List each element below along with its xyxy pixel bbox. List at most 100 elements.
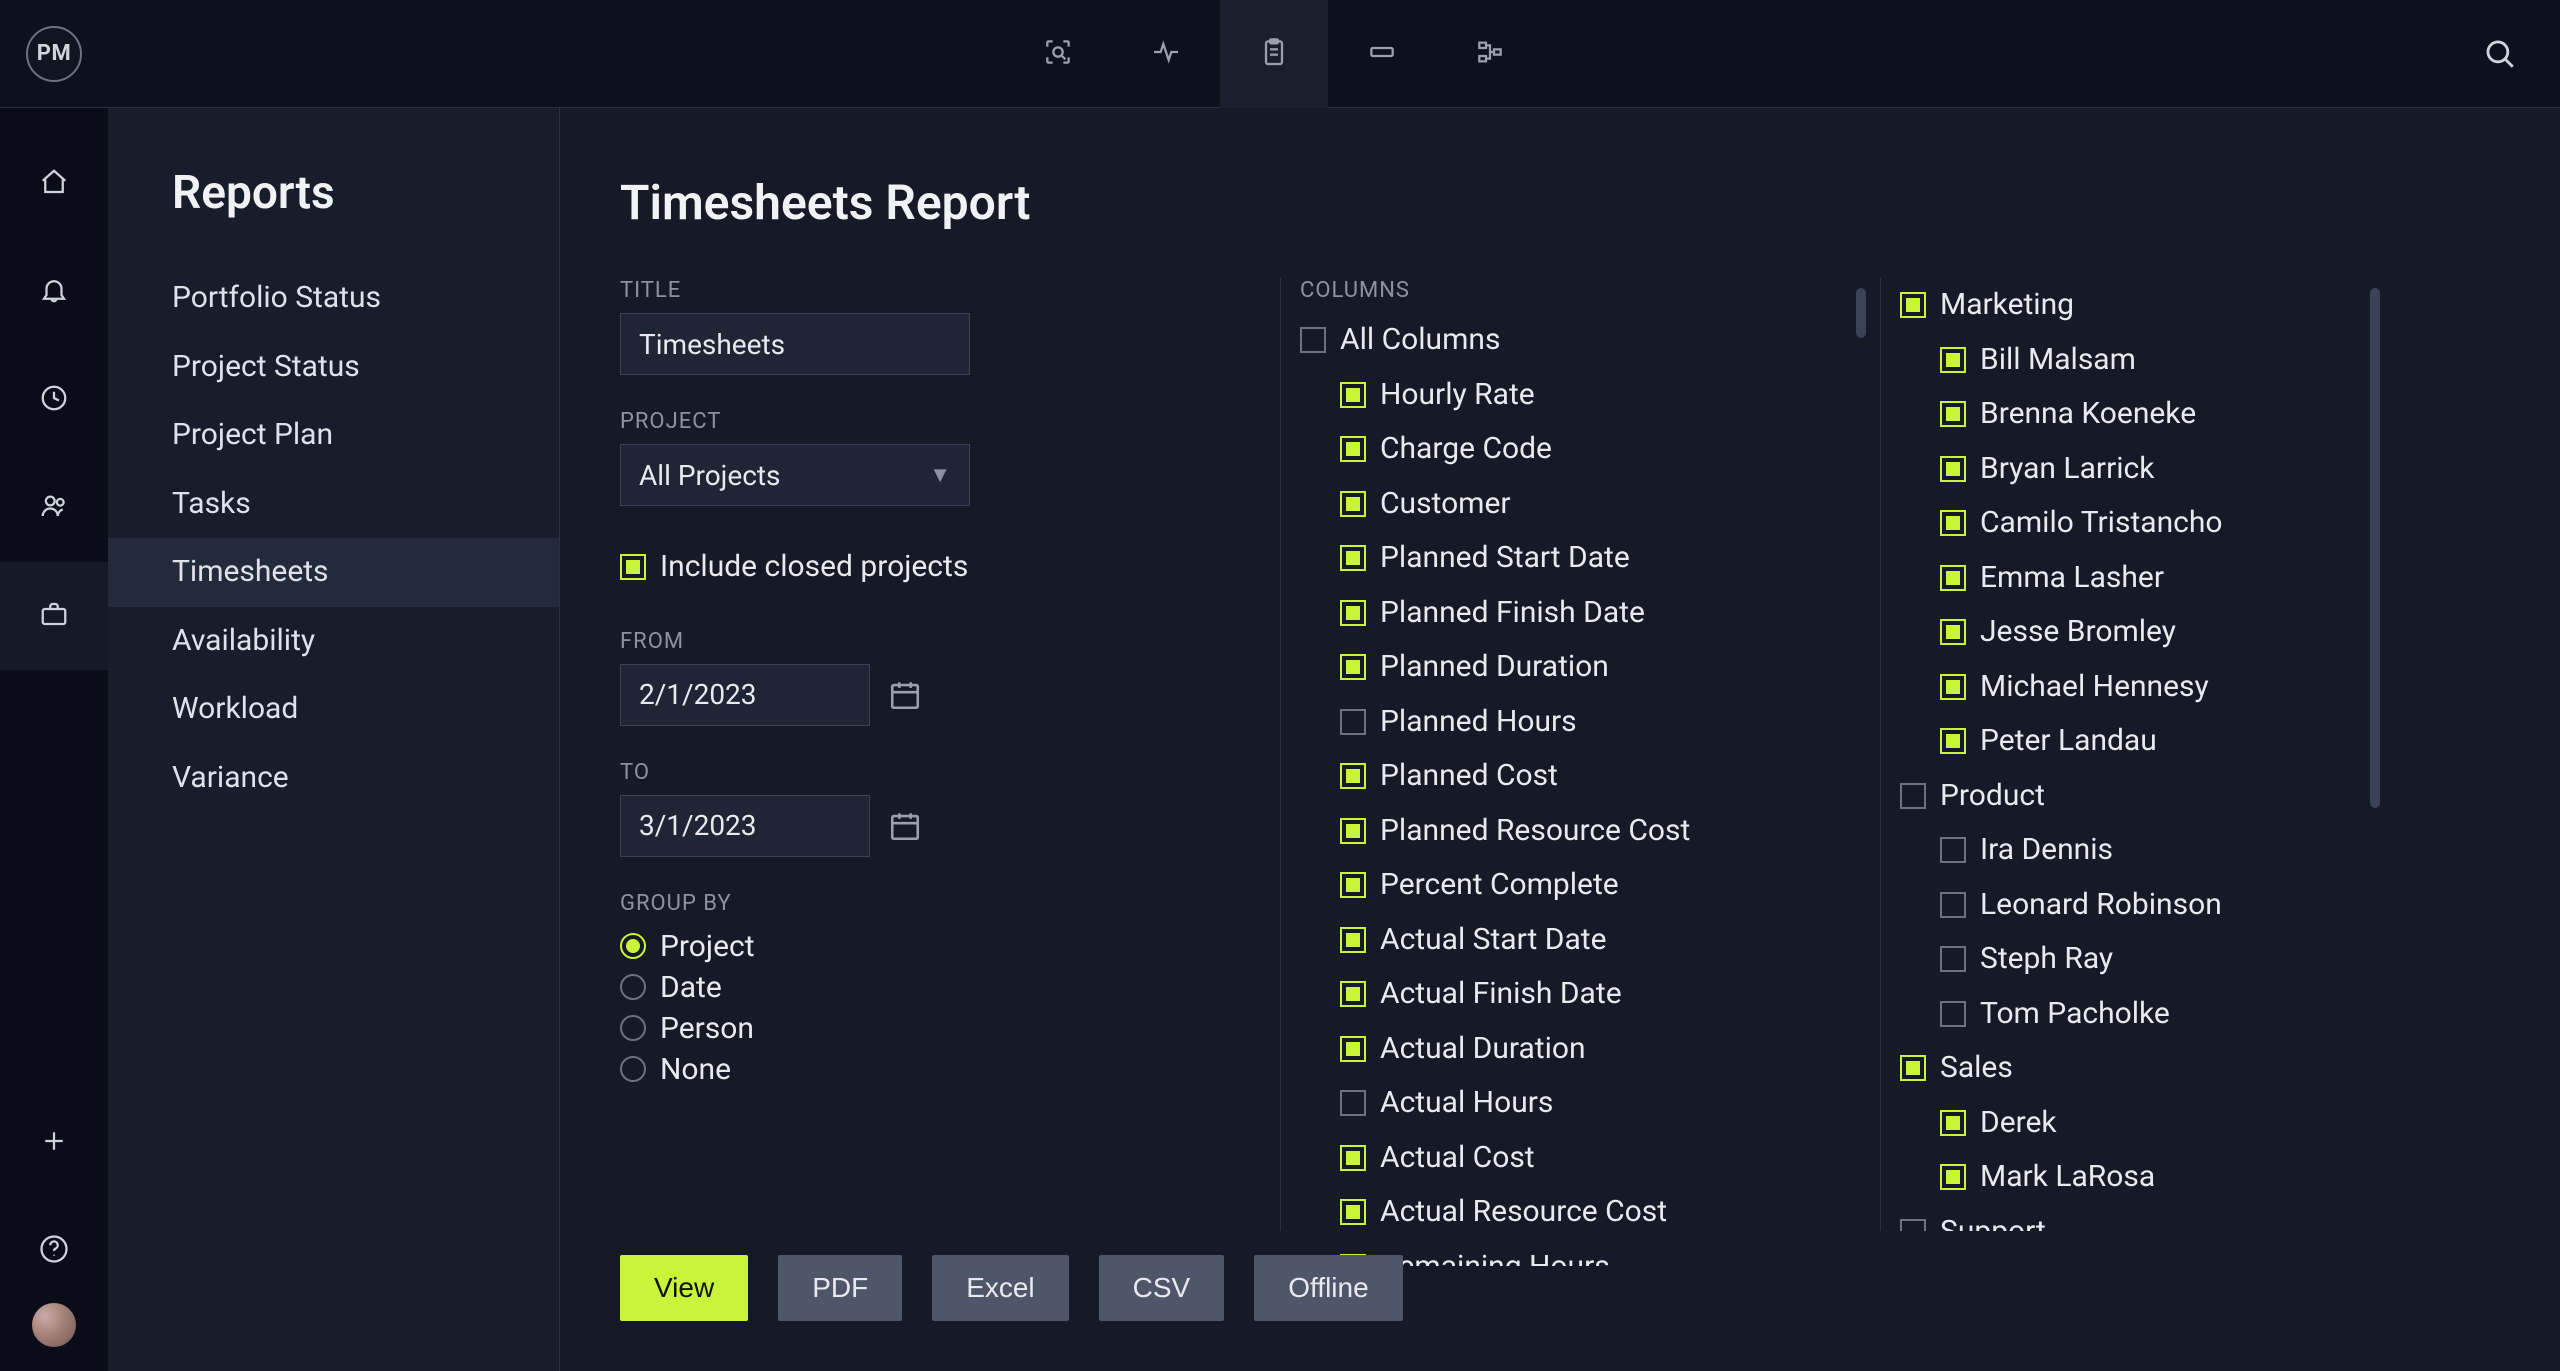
column-planned-start-date-checkbox[interactable]: Planned Start Date	[1300, 531, 1860, 586]
column-planned-duration-checkbox[interactable]: Planned Duration	[1300, 640, 1860, 695]
rail-people-button[interactable]	[0, 454, 108, 562]
checkbox-icon	[1940, 619, 1966, 645]
column-planned-hours-checkbox[interactable]: Planned Hours	[1300, 695, 1860, 750]
sidebar-item-workload[interactable]: Workload	[108, 675, 559, 744]
to-date-input[interactable]: 3/1/2023	[620, 795, 870, 857]
from-date-input[interactable]: 2/1/2023	[620, 664, 870, 726]
group-sales-checkbox[interactable]: Sales	[1900, 1041, 2360, 1096]
topbar-sitemap-button[interactable]	[1436, 0, 1544, 108]
person-jesse-bromley-checkbox[interactable]: Jesse Bromley	[1900, 605, 2360, 660]
columns-column: COLUMNS All ColumnsHourly RateCharge Cod…	[1300, 278, 1860, 1231]
home-icon	[39, 167, 69, 201]
people-scrollbar[interactable]	[2370, 288, 2380, 808]
column-actual-start-date-checkbox[interactable]: Actual Start Date	[1300, 913, 1860, 968]
help-button[interactable]	[0, 1195, 108, 1303]
csv-button[interactable]: CSV	[1099, 1255, 1225, 1321]
column-actual-hours-checkbox[interactable]: Actual Hours	[1300, 1076, 1860, 1131]
rail-clock-button[interactable]	[0, 346, 108, 454]
rail-home-button[interactable]	[0, 130, 108, 238]
group-marketing-checkbox[interactable]: Marketing	[1900, 278, 2360, 333]
person-leonard-robinson-checkbox[interactable]: Leonard Robinson	[1900, 878, 2360, 933]
topbar-center	[108, 0, 2440, 108]
checkbox-icon	[1940, 946, 1966, 972]
sidebar-item-project-status[interactable]: Project Status	[108, 333, 559, 402]
checkbox-label: Jesse Bromley	[1980, 609, 2176, 656]
column-percent-complete-checkbox[interactable]: Percent Complete	[1300, 858, 1860, 913]
report-body: TITLE Timesheets PROJECT All Projects ▼ …	[620, 278, 2500, 1231]
person-tom-pacholke-checkbox[interactable]: Tom Pacholke	[1900, 987, 2360, 1042]
sidebar-item-availability[interactable]: Availability	[108, 607, 559, 676]
column-planned-cost-checkbox[interactable]: Planned Cost	[1300, 749, 1860, 804]
checkbox-icon	[1940, 347, 1966, 373]
export-actions: View PDF Excel CSV Offline	[620, 1255, 1403, 1321]
sidebar-item-portfolio-status[interactable]: Portfolio Status	[108, 264, 559, 333]
person-peter-landau-checkbox[interactable]: Peter Landau	[1900, 714, 2360, 769]
column-charge-code-checkbox[interactable]: Charge Code	[1300, 422, 1860, 477]
radio-label: Date	[660, 970, 722, 1005]
sidebar-item-timesheets[interactable]: Timesheets	[108, 538, 559, 607]
person-michael-hennesy-checkbox[interactable]: Michael Hennesy	[1900, 660, 2360, 715]
person-camilo-tristancho-checkbox[interactable]: Camilo Tristancho	[1900, 496, 2360, 551]
excel-button[interactable]: Excel	[932, 1255, 1068, 1321]
view-button[interactable]: View	[620, 1255, 748, 1321]
topbar-pulse-button[interactable]	[1112, 0, 1220, 108]
rail-briefcase-button[interactable]	[0, 562, 108, 670]
include-closed-checkbox[interactable]: Include closed projects	[620, 540, 1260, 595]
user-avatar[interactable]	[32, 1303, 76, 1347]
label-project: PROJECT	[620, 409, 1260, 434]
checkbox-label: Hourly Rate	[1380, 372, 1535, 419]
column-planned-finish-date-checkbox[interactable]: Planned Finish Date	[1300, 586, 1860, 641]
sidebar-item-project-plan[interactable]: Project Plan	[108, 401, 559, 470]
title-input-value: Timesheets	[639, 328, 785, 361]
person-ira-dennis-checkbox[interactable]: Ira Dennis	[1900, 823, 2360, 878]
column-hourly-rate-checkbox[interactable]: Hourly Rate	[1300, 368, 1860, 423]
topbar-scan-button[interactable]	[1004, 0, 1112, 108]
sitemap-icon	[1474, 36, 1506, 72]
checkbox-label: Customer	[1380, 481, 1511, 528]
column-planned-resource-cost-checkbox[interactable]: Planned Resource Cost	[1300, 804, 1860, 859]
person-derek-checkbox[interactable]: Derek	[1900, 1096, 2360, 1151]
checkbox-label: Actual Resource Cost	[1380, 1189, 1667, 1236]
calendar-icon[interactable]	[888, 809, 922, 843]
column-actual-finish-date-checkbox[interactable]: Actual Finish Date	[1300, 967, 1860, 1022]
sidebar-item-tasks[interactable]: Tasks	[108, 470, 559, 539]
columns-all-checkbox[interactable]: All Columns	[1300, 313, 1860, 368]
group-product-checkbox[interactable]: Product	[1900, 769, 2360, 824]
clock-icon	[39, 383, 69, 417]
page-title: Timesheets Report	[620, 174, 2500, 231]
radio-label: None	[660, 1052, 731, 1087]
offline-button[interactable]: Offline	[1254, 1255, 1402, 1321]
add-button[interactable]	[0, 1087, 108, 1195]
title-input[interactable]: Timesheets	[620, 313, 970, 375]
column-actual-cost-checkbox[interactable]: Actual Cost	[1300, 1131, 1860, 1186]
rail-bell-button[interactable]	[0, 238, 108, 346]
checkbox-label: Brenna Koeneke	[1980, 391, 2196, 438]
person-brenna-koeneke-checkbox[interactable]: Brenna Koeneke	[1900, 387, 2360, 442]
topbar-clipboard-button[interactable]	[1220, 0, 1328, 108]
group-support-checkbox[interactable]: Support	[1900, 1205, 2360, 1232]
column-actual-duration-checkbox[interactable]: Actual Duration	[1300, 1022, 1860, 1077]
column-customer-checkbox[interactable]: Customer	[1300, 477, 1860, 532]
person-steph-ray-checkbox[interactable]: Steph Ray	[1900, 932, 2360, 987]
group-by-person[interactable]: Person	[620, 1008, 1260, 1049]
project-select[interactable]: All Projects ▼	[620, 444, 970, 506]
calendar-icon[interactable]	[888, 678, 922, 712]
person-emma-lasher-checkbox[interactable]: Emma Lasher	[1900, 551, 2360, 606]
column-actual-resource-cost-checkbox[interactable]: Actual Resource Cost	[1300, 1185, 1860, 1240]
checkbox-icon	[1900, 1055, 1926, 1081]
checkbox-icon	[1940, 728, 1966, 754]
pdf-button[interactable]: PDF	[778, 1255, 902, 1321]
sidebar-list: Portfolio StatusProject StatusProject Pl…	[108, 264, 559, 812]
person-bill-malsam-checkbox[interactable]: Bill Malsam	[1900, 333, 2360, 388]
logo-badge[interactable]: PM	[26, 26, 82, 82]
topbar-card-button[interactable]	[1328, 0, 1436, 108]
columns-scrollbar[interactable]	[1856, 288, 1866, 338]
group-by-none[interactable]: None	[620, 1049, 1260, 1090]
sidebar-item-variance[interactable]: Variance	[108, 744, 559, 813]
person-mark-larosa-checkbox[interactable]: Mark LaRosa	[1900, 1150, 2360, 1205]
group-by-date[interactable]: Date	[620, 967, 1260, 1008]
pulse-icon	[1150, 36, 1182, 72]
search-button[interactable]	[2446, 0, 2554, 108]
group-by-project[interactable]: Project	[620, 926, 1260, 967]
person-bryan-larrick-checkbox[interactable]: Bryan Larrick	[1900, 442, 2360, 497]
